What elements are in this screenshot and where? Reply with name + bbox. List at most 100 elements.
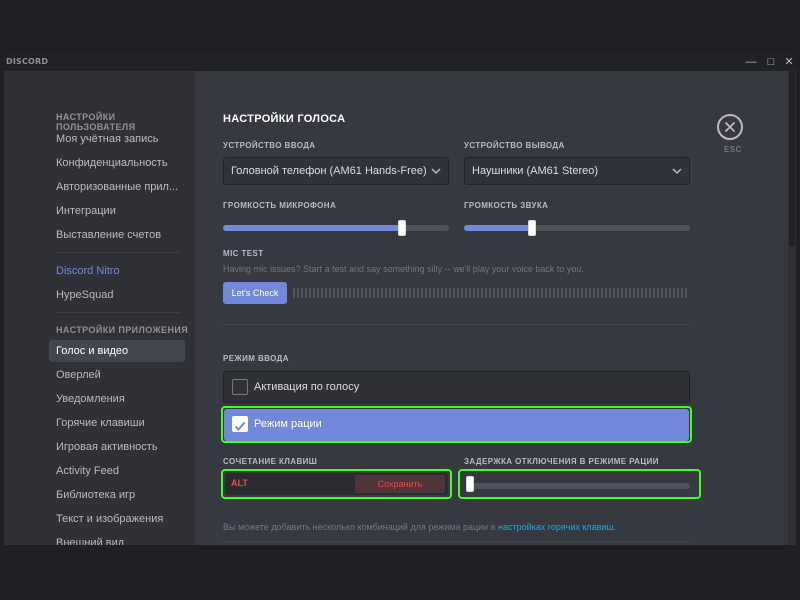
sidebar-item-appearance[interactable]: Внешний вид (49, 532, 185, 545)
meter-tick (361, 288, 363, 298)
meter-tick (609, 288, 611, 298)
footer-text: Вы можете добавить несколько комбинаций … (223, 522, 498, 532)
push-to-talk-option[interactable]: Режим рации (224, 409, 689, 441)
meter-tick (537, 288, 539, 298)
meter-tick (541, 288, 543, 298)
meter-tick (377, 288, 379, 298)
meter-tick (473, 288, 475, 298)
close-settings-button[interactable] (717, 114, 743, 140)
shortcut-key: ALT (231, 478, 248, 488)
input-device-label: УСТРОЙСТВО ВВОДА (223, 141, 316, 150)
meter-tick (581, 288, 583, 298)
sidebar-item-text-images[interactable]: Текст и изображения (49, 508, 185, 530)
release-delay-label: ЗАДЕРЖКА ОТКЛЮЧЕНИЯ В РЕЖИМЕ РАЦИИ (464, 457, 659, 466)
keybind-footer-note: Вы можете добавить несколько комбинаций … (223, 522, 616, 532)
chevron-down-icon (672, 168, 682, 175)
sidebar-item-overlay[interactable]: Оверлей (49, 364, 185, 386)
meter-tick (641, 288, 643, 298)
meter-tick (597, 288, 599, 298)
sidebar-item-activity-feed[interactable]: Activity Feed (49, 460, 185, 482)
meter-tick (605, 288, 607, 298)
meter-tick (385, 288, 387, 298)
shortcut-keybind-field[interactable]: ALT Сохранить (225, 473, 448, 495)
mic-volume-fill (223, 225, 402, 231)
sidebar-item-integrations[interactable]: Интеграции (49, 200, 185, 222)
meter-tick (649, 288, 651, 298)
meter-tick (365, 288, 367, 298)
meter-tick (497, 288, 499, 298)
meter-tick (329, 288, 331, 298)
sidebar-item-hypesquad[interactable]: HypeSquad (49, 284, 185, 306)
meter-tick (489, 288, 491, 298)
meter-tick (585, 288, 587, 298)
meter-tick (621, 288, 623, 298)
meter-tick (685, 288, 687, 298)
meter-tick (425, 288, 427, 298)
settings-sidebar: НАСТРОЙКИ ПОЛЬЗОВАТЕЛЯ Моя учётная запис… (4, 71, 195, 545)
sidebar-item-notifications[interactable]: Уведомления (49, 388, 185, 410)
maximize-button[interactable]: □ (762, 53, 780, 71)
meter-tick (313, 288, 315, 298)
meter-tick (485, 288, 487, 298)
meter-tick (525, 288, 527, 298)
sidebar-item-keybinds[interactable]: Горячие клавиши (49, 412, 185, 434)
meter-tick (353, 288, 355, 298)
sidebar-item-my-account[interactable]: Моя учётная запись (49, 128, 185, 150)
sidebar-item-game-activity[interactable]: Игровая активность (49, 436, 185, 458)
meter-tick (593, 288, 595, 298)
mic-volume-handle[interactable] (398, 220, 406, 236)
meter-tick (677, 288, 679, 298)
meter-tick (565, 288, 567, 298)
meter-tick (333, 288, 335, 298)
discord-window: DISCORD — □ ✕ НАСТРОЙКИ ПОЛЬЗОВАТЕЛЯ Моя… (4, 53, 796, 545)
checkmark-icon (234, 421, 246, 431)
output-volume-fill (464, 225, 532, 231)
input-device-select[interactable]: Головной телефон (AM61 Hands-Free) (223, 157, 449, 185)
voice-activity-option[interactable]: Активация по голосу (223, 371, 690, 403)
sidebar-divider (56, 252, 180, 253)
voice-activity-checkbox[interactable] (232, 379, 248, 395)
meter-tick (553, 288, 555, 298)
sidebar-item-billing[interactable]: Выставление счетов (49, 224, 185, 246)
sidebar-item-voice-video[interactable]: Голос и видео (49, 340, 185, 362)
keybind-settings-link[interactable]: настройках горячих клавиш (498, 522, 614, 532)
shortcut-label: СОЧЕТАНИЕ КЛАВИШ (223, 457, 318, 466)
voice-settings-panel: НАСТРОЙКИ ГОЛОСА ESC УСТРОЙСТВО ВВОДА Го… (195, 71, 785, 545)
output-volume-handle[interactable] (528, 220, 536, 236)
meter-tick (413, 288, 415, 298)
release-delay-track[interactable] (466, 483, 690, 489)
minimize-button[interactable]: — (742, 53, 760, 71)
push-to-talk-checkbox[interactable] (232, 416, 248, 432)
chevron-down-icon (431, 168, 441, 175)
meter-tick (449, 288, 451, 298)
shortcut-save-button[interactable]: Сохранить (355, 475, 445, 493)
scrollbar-thumb[interactable] (789, 71, 795, 247)
output-device-value: Наушники (AM61 Stereo) (472, 165, 599, 177)
scrollbar[interactable] (788, 71, 796, 545)
close-window-button[interactable]: ✕ (780, 53, 796, 71)
section-divider (223, 541, 690, 542)
close-icon (725, 122, 735, 132)
output-volume-label: ГРОМКОСТЬ ЗВУКА (464, 201, 549, 210)
meter-tick (417, 288, 419, 298)
sidebar-item-authorized-apps[interactable]: Авторизованные прил... (49, 176, 185, 198)
meter-tick (625, 288, 627, 298)
output-device-select[interactable]: Наушники (AM61 Stereo) (464, 157, 690, 185)
release-delay-handle[interactable] (466, 476, 474, 492)
meter-tick (397, 288, 399, 298)
meter-tick (457, 288, 459, 298)
meter-tick (321, 288, 323, 298)
title-bar: DISCORD — □ ✕ (4, 53, 796, 71)
meter-tick (501, 288, 503, 298)
lets-check-button[interactable]: Let's Check (223, 282, 287, 304)
meter-tick (341, 288, 343, 298)
input-mode-label: РЕЖИМ ВВОДА (223, 354, 289, 363)
sidebar-item-game-library[interactable]: Библиотека игр (49, 484, 185, 506)
meter-tick (401, 288, 403, 298)
sidebar-item-privacy[interactable]: Конфиденциальность (49, 152, 185, 174)
meter-tick (437, 288, 439, 298)
meter-tick (505, 288, 507, 298)
meter-tick (493, 288, 495, 298)
meter-tick (441, 288, 443, 298)
sidebar-item-nitro[interactable]: Discord Nitro (49, 260, 185, 282)
